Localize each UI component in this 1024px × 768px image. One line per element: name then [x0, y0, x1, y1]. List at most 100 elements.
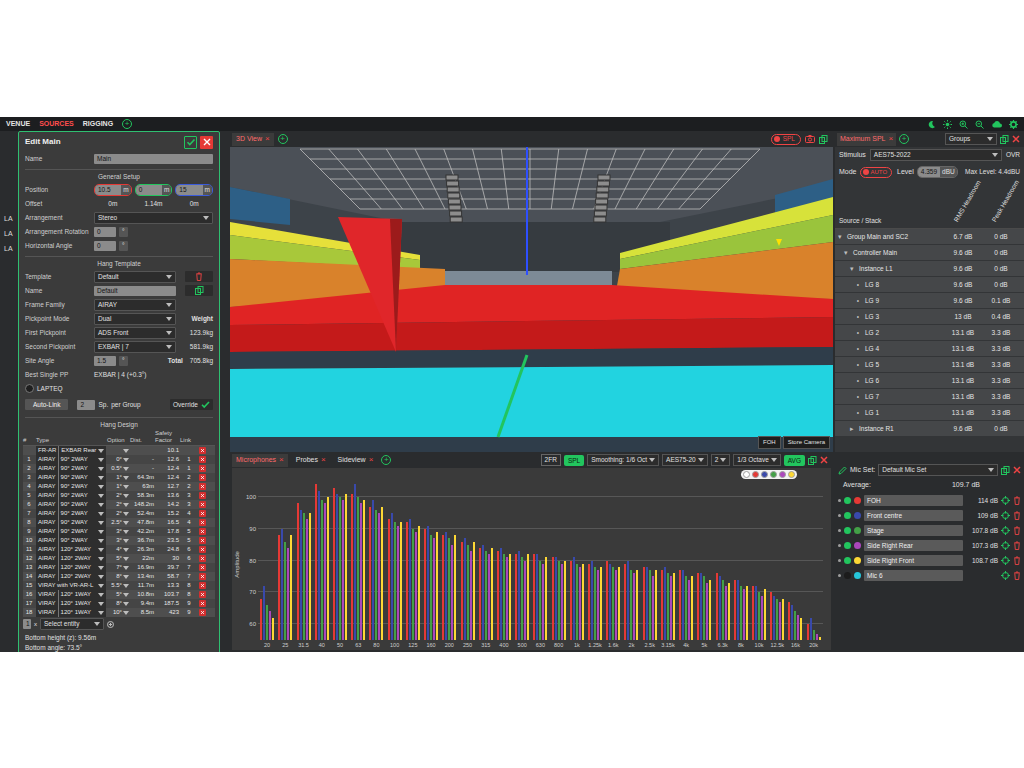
bar[interactable] [442, 535, 444, 640]
fr-button[interactable]: 2FR [541, 454, 561, 466]
table-row[interactable]: 1AIRAY90° 2WAY0°-12.61 [23, 455, 215, 464]
drag-handle-icon[interactable] [838, 499, 841, 502]
bar[interactable] [636, 570, 638, 640]
bar[interactable] [281, 529, 283, 640]
legend-dot[interactable] [761, 471, 768, 478]
tree-toggle[interactable]: • [855, 392, 861, 402]
option-dropdown[interactable]: 10° [107, 608, 129, 617]
bar[interactable] [266, 605, 268, 640]
mode-toggle[interactable]: AUTO [860, 167, 893, 178]
mic-name-field[interactable]: Mic 6 [864, 570, 963, 581]
delete-icon[interactable] [199, 528, 206, 535]
bar[interactable] [788, 602, 790, 640]
option-dropdown[interactable]: 3° [107, 536, 129, 545]
bar[interactable] [630, 570, 632, 640]
tree-toggle[interactable]: ▸ [849, 424, 855, 434]
mic-name-field[interactable]: Side Right Front [864, 555, 963, 566]
enable-toggle[interactable] [844, 557, 851, 564]
bar[interactable] [300, 510, 302, 640]
table-row[interactable]: 8AIRAY90° 2WAY2.5°47.8m16.54 [23, 518, 215, 527]
source-item[interactable]: LA [4, 226, 18, 241]
bar[interactable] [327, 497, 329, 640]
bar[interactable] [618, 567, 620, 640]
bar[interactable] [703, 576, 705, 640]
drag-handle-icon[interactable] [838, 574, 841, 577]
mic-name-field[interactable]: Side Right Rear [864, 540, 963, 551]
bar[interactable] [424, 529, 426, 640]
target-icon[interactable] [1001, 511, 1010, 520]
override-button[interactable]: Override [170, 399, 213, 410]
bar[interactable] [755, 586, 757, 640]
target-icon[interactable] [1001, 541, 1010, 550]
bar[interactable] [363, 500, 365, 640]
option-dropdown[interactable]: 0.5° [107, 464, 129, 473]
bar[interactable] [716, 573, 718, 640]
bar[interactable] [372, 500, 374, 640]
bar[interactable] [503, 554, 505, 640]
spl-row[interactable]: ▾Group Main and SC26.7 dB0 dB [835, 229, 1024, 245]
table-row[interactable]: 17VIRAY120° 1WAY8°9.4m187.59 [23, 599, 215, 608]
delete-icon[interactable] [199, 519, 206, 526]
copy-icon[interactable] [1001, 466, 1010, 475]
type-dropdown[interactable]: AIRAY90° 2WAY [36, 473, 106, 482]
bar[interactable] [433, 538, 435, 640]
tree-toggle[interactable]: • [855, 280, 861, 290]
view-tab[interactable]: 3D View× [232, 133, 274, 146]
bar[interactable] [467, 545, 469, 640]
bar[interactable] [579, 567, 581, 640]
spl-row[interactable]: ▾Instance L19.6 dB0 dB [835, 261, 1024, 277]
type-dropdown[interactable]: VIRAY120° 1WAY [36, 608, 106, 617]
type-dropdown[interactable]: AIRAY90° 2WAY [36, 491, 106, 500]
dropdown[interactable]: 1/3 Octave [733, 454, 780, 466]
close-button[interactable]: × [321, 454, 326, 466]
table-row[interactable]: 9AIRAY90° 2WAY3°42.2m17.85 [23, 527, 215, 536]
legend-dot[interactable] [779, 471, 786, 478]
bar[interactable] [339, 497, 341, 640]
delete-icon[interactable] [199, 564, 206, 571]
table-row[interactable]: 16VIRAY120° 1WAY5°10.8m103.78 [23, 590, 215, 599]
measure-tab[interactable]: Sideview× [334, 454, 378, 467]
bar[interactable] [734, 580, 736, 640]
bar[interactable] [813, 630, 815, 640]
stimulus-dropdown[interactable]: AES75-2022 [870, 149, 1002, 161]
bar[interactable] [776, 599, 778, 640]
bar[interactable] [482, 545, 484, 640]
text-field[interactable]: Default [94, 286, 176, 296]
delete-icon[interactable] [199, 591, 206, 598]
bar[interactable] [819, 637, 821, 640]
bar[interactable] [515, 554, 517, 640]
table-row[interactable]: 14AIRAY120° 2WAY8°13.4m58.77 [23, 572, 215, 581]
bar[interactable] [706, 583, 708, 640]
bar[interactable] [391, 513, 393, 640]
bar[interactable] [269, 611, 271, 640]
bar[interactable] [597, 570, 599, 640]
bar[interactable] [688, 580, 690, 640]
table-row[interactable]: 6AIRAY90° 2WAY2°148.2m14.23 [23, 500, 215, 509]
avg-button[interactable]: AVG [784, 455, 805, 466]
copy-icon[interactable] [808, 456, 817, 465]
bar[interactable] [555, 557, 557, 640]
bar[interactable] [700, 573, 702, 640]
drag-handle-icon[interactable] [838, 529, 841, 532]
bar[interactable] [369, 507, 371, 640]
table-row[interactable]: 3AIRAY90° 2WAY1°64.3m12.42 [23, 473, 215, 482]
bar[interactable] [800, 618, 802, 640]
bar[interactable] [272, 618, 274, 640]
add-tab-button[interactable]: + [278, 134, 288, 144]
bar[interactable] [685, 576, 687, 640]
source-item[interactable]: LA [4, 211, 18, 226]
bar[interactable] [445, 532, 447, 640]
bar[interactable] [582, 564, 584, 640]
3d-scene[interactable]: FOHStore Camera [230, 147, 833, 452]
bar[interactable] [461, 542, 463, 640]
bar[interactable] [791, 605, 793, 640]
bar[interactable] [539, 561, 541, 640]
type-dropdown[interactable]: AIRAY90° 2WAY [36, 518, 106, 527]
delete-icon[interactable] [199, 474, 206, 481]
bar[interactable] [506, 557, 508, 640]
bar[interactable] [691, 576, 693, 640]
table-row[interactable]: 11AIRAY120° 2WAY4°26.3m24.86 [23, 545, 215, 554]
drag-handle-icon[interactable] [838, 514, 841, 517]
bar[interactable] [664, 567, 666, 640]
bar[interactable] [588, 564, 590, 640]
